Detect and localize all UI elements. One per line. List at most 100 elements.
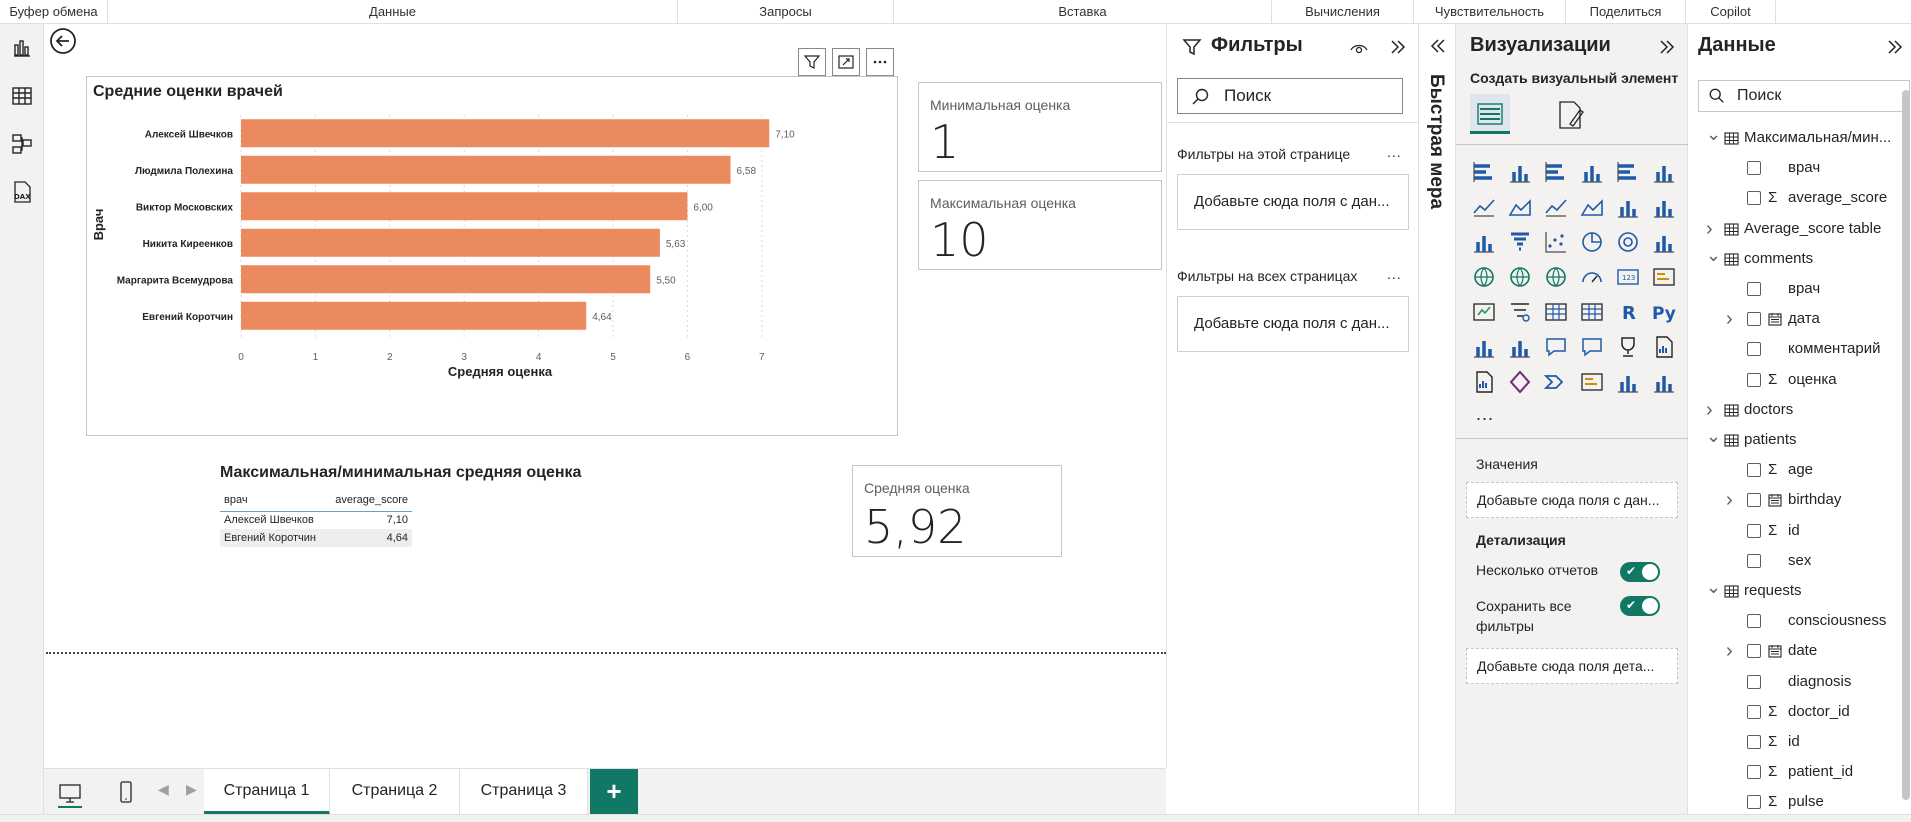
- line-clustered-column-icon[interactable]: [1612, 191, 1644, 223]
- field-checkbox[interactable]: [1747, 553, 1761, 568]
- data-table-node[interactable]: ⌄ Максимальная/мин...: [1688, 124, 1902, 150]
- collapse-filters-icon[interactable]: [1387, 36, 1409, 58]
- drillthrough-well[interactable]: Добавьте сюда поля дета...: [1466, 648, 1678, 684]
- table-row[interactable]: Евгений Коротчин 4,64: [220, 529, 412, 547]
- treemap-icon[interactable]: [1648, 226, 1680, 258]
- 100pct-column-icon[interactable]: [1648, 156, 1680, 188]
- more-visuals-button[interactable]: ...: [1476, 404, 1494, 425]
- chevron-down-icon[interactable]: ⌄: [1706, 243, 1721, 267]
- line-stacked-column-icon[interactable]: [1648, 191, 1680, 223]
- field-checkbox[interactable]: [1747, 191, 1761, 206]
- data-field-node[interactable]: Σage: [1688, 458, 1902, 482]
- prev-page-arrow-icon[interactable]: ◀: [158, 781, 169, 798]
- field-checkbox[interactable]: [1747, 674, 1761, 689]
- focus-mode-icon[interactable]: [832, 48, 860, 76]
- data-field-node[interactable]: Σaverage_score: [1688, 186, 1902, 210]
- clustered-column-icon[interactable]: [1576, 156, 1608, 188]
- power-automate-icon[interactable]: [1540, 366, 1572, 398]
- collapse-visualizations-icon[interactable]: [1656, 36, 1678, 58]
- ribbon-chart-icon[interactable]: [1576, 191, 1608, 223]
- data-field-node[interactable]: › дата: [1688, 307, 1902, 331]
- field-checkbox[interactable]: [1747, 463, 1761, 478]
- keep-filters-toggle[interactable]: ✔: [1620, 596, 1660, 616]
- cross-report-toggle[interactable]: ✔: [1620, 562, 1660, 582]
- eye-icon[interactable]: [1349, 38, 1369, 58]
- goals-icon[interactable]: [1612, 331, 1644, 363]
- chevron-right-icon[interactable]: ›: [1726, 639, 1733, 663]
- avg-score-card[interactable]: Средняя оценка 5,92: [852, 465, 1062, 557]
- chevron-down-icon[interactable]: ⌄: [1706, 122, 1721, 146]
- data-field-node[interactable]: Σdoctor_id: [1688, 700, 1902, 724]
- data-search-input[interactable]: Поиск: [1698, 80, 1910, 112]
- build-visual-tab[interactable]: [1470, 94, 1510, 134]
- python-visual-icon[interactable]: Py: [1648, 296, 1680, 328]
- scatter-icon[interactable]: [1540, 226, 1572, 258]
- key-influencers-icon[interactable]: [1468, 331, 1500, 363]
- data-field-node[interactable]: › birthday: [1688, 488, 1902, 512]
- desktop-layout-icon[interactable]: [54, 777, 86, 809]
- data-field-node[interactable]: › date: [1688, 639, 1902, 663]
- data-pane-scrollbar[interactable]: [1902, 90, 1910, 800]
- donut-icon[interactable]: [1612, 226, 1644, 258]
- report-view-icon[interactable]: [6, 32, 38, 64]
- area-chart-icon[interactable]: [1504, 191, 1536, 223]
- kpi-icon[interactable]: [1468, 296, 1500, 328]
- data-field-node[interactable]: врач: [1688, 156, 1902, 180]
- map-icon[interactable]: [1468, 261, 1500, 293]
- data-table-node[interactable]: › doctors: [1688, 398, 1902, 422]
- next-page-arrow-icon[interactable]: ▶: [186, 781, 197, 798]
- chevron-right-icon[interactable]: ›: [1706, 398, 1713, 422]
- data-table-node[interactable]: › Average_score table: [1688, 217, 1902, 241]
- data-table-node[interactable]: ⌄ patients: [1688, 426, 1902, 452]
- matrix-icon[interactable]: [1576, 296, 1608, 328]
- quick-measure-strip[interactable]: Быстрая мера: [1418, 24, 1456, 814]
- paginated-report-icon[interactable]: [1648, 331, 1680, 363]
- narrative-icon[interactable]: [1648, 366, 1680, 398]
- column-header-average-score[interactable]: average_score: [326, 489, 412, 512]
- field-checkbox[interactable]: [1747, 644, 1761, 659]
- chevron-down-icon[interactable]: ⌄: [1706, 575, 1721, 599]
- gauge-icon[interactable]: [1576, 261, 1608, 293]
- stacked-area-icon[interactable]: [1540, 191, 1572, 223]
- data-table-node[interactable]: ⌄ requests: [1688, 577, 1902, 603]
- field-checkbox[interactable]: [1747, 765, 1761, 780]
- column-header-doctor[interactable]: врач: [220, 489, 327, 512]
- data-table-node[interactable]: ⌄ comments: [1688, 245, 1902, 271]
- field-checkbox[interactable]: [1747, 704, 1761, 719]
- min-score-card[interactable]: Минимальная оценка 1: [918, 82, 1162, 172]
- max-score-card[interactable]: Максимальная оценка 10: [918, 180, 1162, 270]
- azure-map-icon[interactable]: [1540, 261, 1572, 293]
- field-checkbox[interactable]: [1747, 614, 1761, 629]
- chevron-down-icon[interactable]: ⌄: [1706, 424, 1721, 448]
- multi-row-card-icon[interactable]: [1648, 261, 1680, 293]
- field-checkbox[interactable]: [1747, 161, 1761, 176]
- dax-query-view-icon[interactable]: DAX: [6, 176, 38, 208]
- data-field-node[interactable]: consciousness: [1688, 609, 1902, 633]
- data-field-node[interactable]: diagnosis: [1688, 670, 1902, 694]
- funnel-icon[interactable]: [1504, 226, 1536, 258]
- field-checkbox[interactable]: [1747, 342, 1761, 357]
- field-checkbox[interactable]: [1747, 523, 1761, 538]
- model-view-icon[interactable]: [6, 128, 38, 160]
- chevron-right-icon[interactable]: ›: [1706, 217, 1713, 241]
- 100pct-bar-icon[interactable]: [1612, 156, 1644, 188]
- shape-map-icon[interactable]: [1612, 366, 1644, 398]
- table-row[interactable]: Алексей Швечков 7,10: [220, 511, 412, 529]
- filter-icon[interactable]: [798, 48, 826, 76]
- back-arrow-icon[interactable]: [48, 26, 78, 56]
- collapse-data-icon[interactable]: [1884, 36, 1906, 58]
- filters-all-pages-well[interactable]: Добавьте сюда поля с дан...: [1177, 296, 1409, 352]
- more-options-icon[interactable]: [866, 48, 894, 76]
- qa-icon[interactable]: [1540, 331, 1572, 363]
- stacked-bar-icon[interactable]: [1468, 156, 1500, 188]
- report-canvas[interactable]: 0 1 2 3 4 5 6 7 Алексей Швечков 7,10 Людмила Полех…: [44, 24, 1166, 768]
- tab-page-2[interactable]: Страница 2: [330, 769, 460, 815]
- chevron-right-icon[interactable]: ›: [1726, 488, 1733, 512]
- line-chart-icon[interactable]: [1468, 191, 1500, 223]
- filters-this-page-well[interactable]: Добавьте сюда поля с дан...: [1177, 174, 1409, 230]
- data-field-node[interactable]: комментарий: [1688, 337, 1902, 361]
- data-field-node[interactable]: Σid: [1688, 519, 1902, 543]
- filters-all-pages-more[interactable]: ...: [1387, 266, 1402, 282]
- stacked-column-icon[interactable]: [1504, 156, 1536, 188]
- slicer-icon[interactable]: [1504, 296, 1536, 328]
